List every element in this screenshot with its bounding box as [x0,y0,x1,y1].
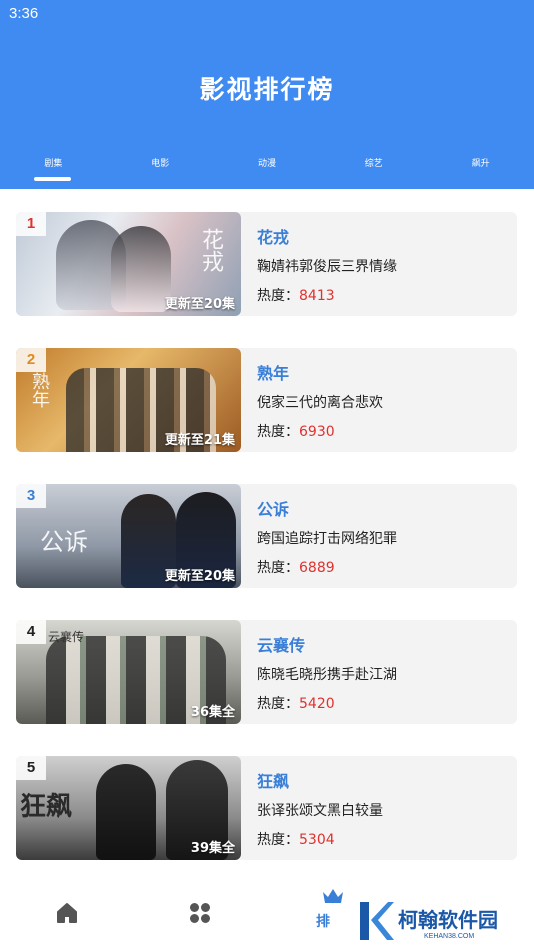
heat-row: 热度：5304 [257,829,335,849]
tab-variety[interactable]: 综艺 [320,150,427,188]
list-item[interactable]: 花戎 1 更新至20集 花戎 鞠婧祎郭俊辰三界情缘 热度：8413 [16,212,517,316]
nav-home[interactable] [12,880,122,949]
heat-row: 热度：8413 [257,285,335,305]
heat-label: 热度： [257,832,299,848]
header: 3:36 影视排行榜 剧集 电影 动漫 综艺 飙升 [0,0,534,189]
list-item[interactable]: 狂飙 5 39集全 狂飙 张译张颂文黑白较量 热度：5304 [16,756,517,860]
item-description: 倪家三代的离合悲欢 [257,395,383,411]
watermark-url: KEHAN38.COM [424,933,475,940]
item-title[interactable]: 云襄传 [257,632,305,656]
item-title[interactable]: 狂飙 [257,768,289,792]
item-description: 张译张颂文黑白较量 [257,803,383,819]
rank-badge: 1 [16,212,46,236]
crown-icon [323,889,343,903]
item-title[interactable]: 熟年 [257,360,289,384]
heat-row: 热度：6889 [257,557,335,577]
poster-title-art: 狂飙 [20,792,73,822]
heat-row: 热度：5420 [257,693,335,713]
ranking-list: 花戎 1 更新至20集 花戎 鞠婧祎郭俊辰三界情缘 热度：8413 熟年 2 更… [16,212,517,860]
poster-title-art: 云襄传 [48,630,85,644]
rank-badge: 2 [16,348,46,372]
poster-image: 花戎 1 更新至20集 [16,212,241,316]
episode-status: 36集全 [190,705,235,720]
episode-status: 更新至20集 [164,297,235,312]
item-info: 云襄传 陈晓毛晓彤携手赴江湖 热度：5420 [257,620,507,724]
item-description: 跨国追踪打击网络犯罪 [257,531,397,547]
episode-status: 39集全 [190,841,235,856]
grid-icon [190,903,210,923]
heat-row: 热度：6930 [257,421,335,441]
heat-value: 5420 [299,696,335,712]
rank-badge: 3 [16,484,46,508]
heat-value: 6930 [299,424,335,440]
poster-title-art: 熟年 [29,372,50,408]
page-title: 影视排行榜 [199,75,335,104]
item-description: 陈晓毛晓彤携手赴江湖 [257,667,397,683]
poster-image: 狂飙 5 39集全 [16,756,241,860]
list-item[interactable]: 熟年 2 更新至21集 熟年 倪家三代的离合悲欢 热度：6930 [16,348,517,452]
item-info: 狂飙 张译张颂文黑白较量 热度：5304 [257,756,507,860]
poster-image: 云襄传 4 36集全 [16,620,241,724]
tab-rising[interactable]: 飙升 [427,150,534,188]
item-description: 鞠婧祎郭俊辰三界情缘 [257,259,397,275]
watermark-name: 柯翰软件园 [398,908,498,932]
status-time: 3:36 [9,5,39,22]
list-item[interactable]: 公诉 3 更新至20集 公诉 跨国追踪打击网络犯罪 热度：6889 [16,484,517,588]
category-tabs: 剧集 电影 动漫 综艺 飙升 [0,150,534,188]
poster-title-art: 公诉 [40,528,88,556]
poster-image: 公诉 3 更新至20集 [16,484,241,588]
poster-image: 熟年 2 更新至21集 [16,348,241,452]
heat-value: 6889 [299,560,335,576]
rank-badge: 4 [16,620,46,644]
item-info: 花戎 鞠婧祎郭俊辰三界情缘 热度：8413 [257,212,507,316]
item-info: 公诉 跨国追踪打击网络犯罪 热度：6889 [257,484,507,588]
heat-label: 热度： [257,424,299,440]
episode-status: 更新至21集 [164,433,235,448]
heat-label: 热度： [257,696,299,712]
item-title[interactable]: 花戎 [257,224,289,248]
poster-title-art: 花戎 [198,228,223,272]
tab-movie[interactable]: 电影 [107,150,214,188]
rank-badge: 5 [16,756,46,780]
item-info: 熟年 倪家三代的离合悲欢 热度：6930 [257,348,507,452]
watermark: 柯翰软件园 KEHAN38.COM [356,898,526,946]
heat-value: 8413 [299,288,335,304]
nav-category[interactable] [145,880,255,949]
heat-value: 5304 [299,832,335,848]
heat-label: 热度： [257,560,299,576]
heat-label: 热度： [257,288,299,304]
item-title[interactable]: 公诉 [257,496,289,520]
tab-drama[interactable]: 剧集 [0,150,107,188]
tab-anime[interactable]: 动漫 [214,150,321,188]
watermark-logo-icon [360,902,394,940]
list-item[interactable]: 云襄传 4 36集全 云襄传 陈晓毛晓彤携手赴江湖 热度：5420 [16,620,517,724]
home-icon [57,903,77,923]
episode-status: 更新至20集 [164,569,235,584]
